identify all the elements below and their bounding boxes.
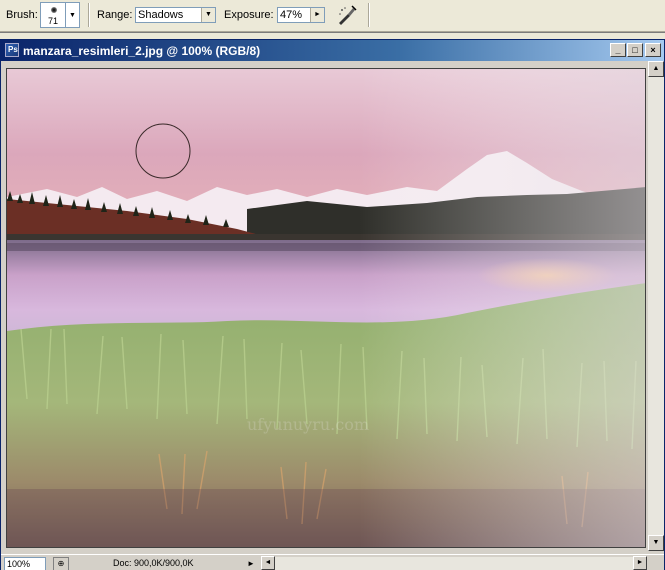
brush-preset-picker[interactable]: 71 [40,2,66,28]
exposure-label: Exposure: [224,9,274,21]
brush-dropdown-button[interactable]: ▼ [66,2,80,28]
maximize-button[interactable]: □ [627,43,643,57]
status-menu-arrow-icon[interactable]: ► [245,557,257,570]
brush-size-value: 71 [47,16,58,26]
watermark-text: ufyunuyru.com [247,415,370,434]
scroll-down-button[interactable]: ▼ [648,535,664,551]
image-canvas[interactable]: ufyunuyru.com [6,68,646,548]
close-button[interactable]: × [645,43,661,57]
document-window: Ps manzara_resimleri_2.jpg @ 100% (RGB/8… [0,39,665,570]
exposure-value: 47% [280,9,303,21]
divider [88,3,90,27]
status-bar: 100% ⊕ Doc: 900,0K/900,0K ► ◄ ► [1,554,664,570]
info-icon[interactable]: ⊕ [53,557,69,570]
chevron-down-icon[interactable]: ▼ [201,8,215,22]
slider-arrow-icon[interactable]: ► [310,8,324,22]
options-bar: Brush: 71 ▼ Range: Shadows ▼ Exposure: 4… [0,0,665,32]
zoom-field[interactable]: 100% [4,557,46,570]
document-title: manzara_resimleri_2.jpg @ 100% (RGB/8) [23,44,261,58]
range-select[interactable]: Shadows ▼ [135,7,216,23]
scroll-up-button[interactable]: ▲ [648,61,664,77]
minimize-button[interactable]: _ [610,43,626,57]
vertical-scrollbar[interactable]: ▲ ▼ [648,61,664,551]
document-icon: Ps [5,43,19,57]
range-value: Shadows [138,9,184,21]
doc-size-info: Doc: 900,0K/900,0K [113,558,194,568]
divider [368,3,370,27]
airbrush-icon[interactable] [336,4,358,26]
exposure-field[interactable]: 47% ► [277,7,325,23]
horizontal-scrollbar[interactable]: ◄ ► [261,556,647,570]
scroll-left-button[interactable]: ◄ [261,556,275,570]
title-bar[interactable]: Ps manzara_resimleri_2.jpg @ 100% (RGB/8… [1,40,664,61]
range-label: Range: [97,9,133,21]
brush-label: Brush: [6,9,38,21]
landscape-photo [7,69,645,547]
brush-tip-icon [51,7,57,13]
scroll-right-button[interactable]: ► [633,556,647,570]
